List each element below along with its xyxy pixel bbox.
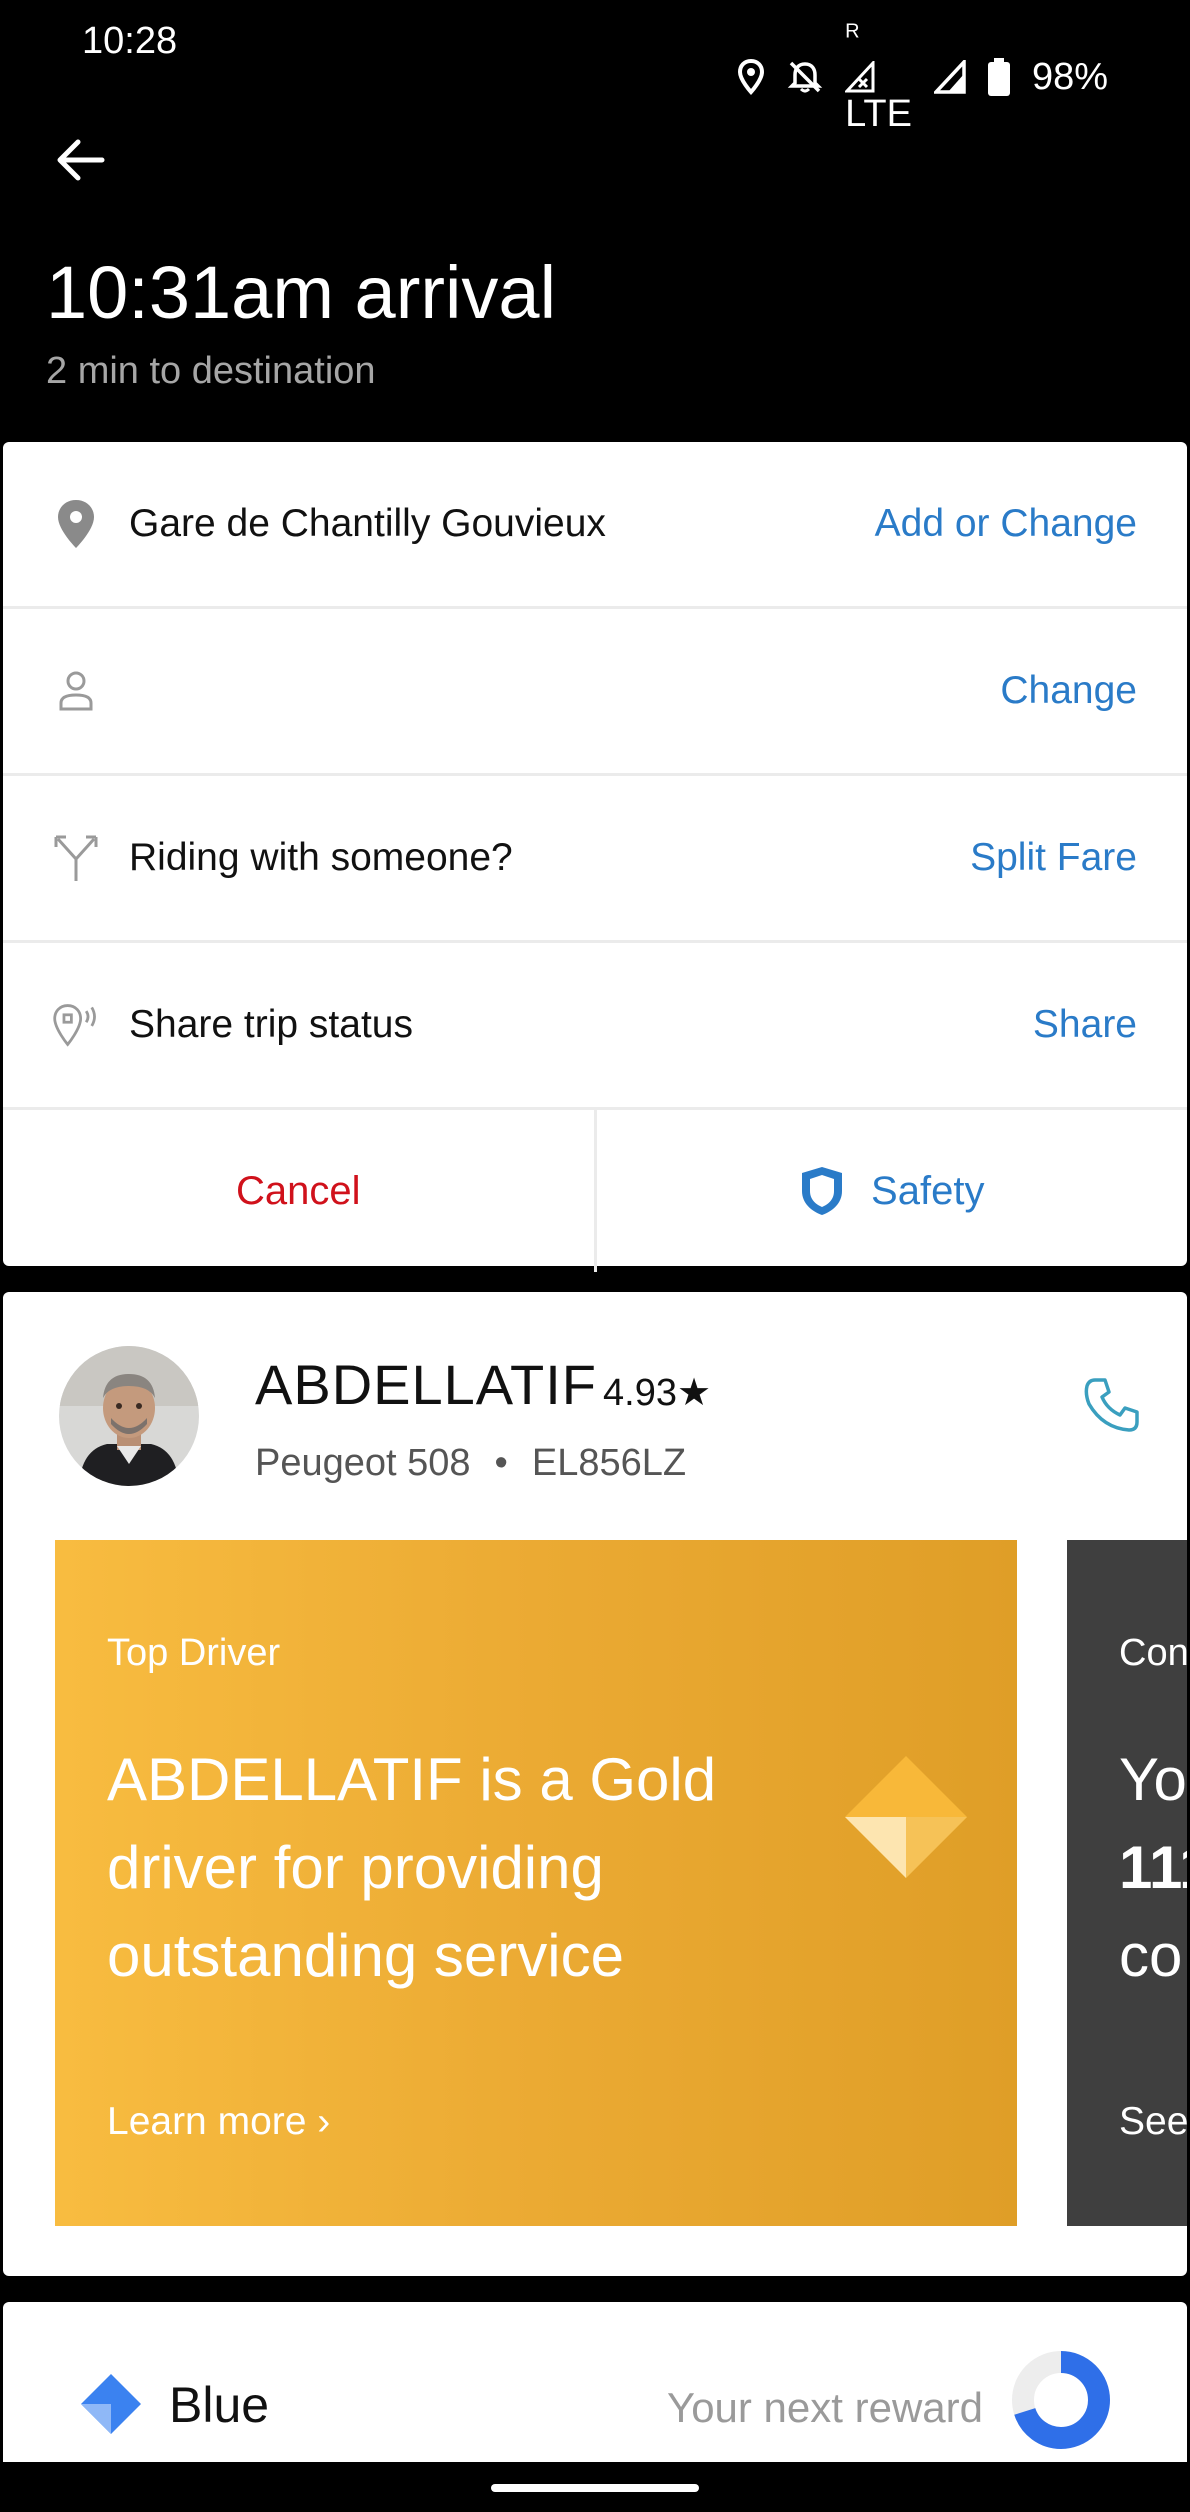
person-icon [51, 663, 101, 719]
car-model: Peugeot 508 [255, 1442, 471, 1484]
location-icon [738, 59, 765, 95]
safety-button[interactable]: Safety [593, 1110, 1188, 1272]
gold-diamond-icon [845, 1756, 967, 1878]
share-location-icon [51, 997, 101, 1053]
rider-row[interactable]: Change [3, 609, 1187, 776]
status-time: 10:28 [82, 20, 178, 62]
separator-dot: • [494, 1442, 508, 1484]
vehicle-info: Peugeot 508 • EL856LZ [255, 1442, 686, 1485]
compliments-line-1: Yo [1119, 1746, 1187, 1813]
driver-name: ABDELLATIF [255, 1353, 597, 1416]
share-status-row[interactable]: Share trip status Share [3, 943, 1187, 1110]
share-button[interactable]: Share [1033, 1003, 1137, 1047]
learn-more-link[interactable]: Learn more › [107, 2100, 330, 2144]
change-rider-button[interactable]: Change [1000, 669, 1137, 713]
phone-icon[interactable] [1081, 1374, 1143, 1436]
cancel-trip-button[interactable]: Cancel [3, 1110, 594, 1272]
trip-details-card: Gare de Chantilly Gouvieux Add or Change… [3, 442, 1187, 1272]
driver-avatar[interactable] [59, 1346, 199, 1486]
compliments-eyebrow: Con [1119, 1632, 1187, 1674]
compliments-card[interactable]: Con Yo 111 co See [1067, 1540, 1187, 2226]
signal-icon [933, 60, 966, 94]
back-arrow-icon[interactable] [52, 132, 108, 188]
license-plate: EL856LZ [531, 1442, 687, 1484]
destination-label: Gare de Chantilly Gouvieux [129, 502, 606, 545]
rewards-card[interactable]: Blue Your next reward [3, 2302, 1187, 2462]
alarm-off-icon [787, 61, 823, 93]
destination-row[interactable]: Gare de Chantilly Gouvieux Add or Change [3, 442, 1187, 609]
split-fare-row[interactable]: Riding with someone? Split Fare [3, 776, 1187, 943]
compliments-line-2: 111 [1119, 1834, 1187, 1901]
shield-icon [802, 1167, 843, 1215]
battery-icon [987, 58, 1010, 96]
see-link[interactable]: See [1119, 2100, 1187, 2144]
signal-x-icon [845, 61, 875, 93]
eta-subtitle: 2 min to destination [46, 350, 376, 392]
next-reward-label: Your next reward [667, 2384, 983, 2431]
status-network: R LTE [845, 18, 912, 136]
safety-label: Safety [871, 1168, 985, 1213]
battery-percent: 98% [1031, 55, 1108, 98]
compliments-line-3: co [1119, 1922, 1183, 1989]
status-icons: R LTE 98% [737, 18, 1108, 136]
blue-diamond-icon [81, 2374, 141, 2434]
share-status-label: Share trip status [129, 1003, 413, 1046]
trip-actions: Cancel Safety [3, 1110, 1187, 1272]
network-type: LTE [845, 93, 912, 135]
top-driver-eyebrow: Top Driver [107, 1632, 281, 1674]
status-bar: 10:28 R LTE 98% [0, 0, 1190, 135]
add-or-change-button[interactable]: Add or Change [875, 502, 1137, 546]
driver-rating: 4.93★ [603, 1372, 712, 1414]
split-fare-label: Riding with someone? [129, 836, 513, 879]
top-driver-headline: ABDELLATIF is a Gold driver for providin… [107, 1746, 717, 1989]
split-fare-button[interactable]: Split Fare [970, 836, 1137, 880]
driver-card: ABDELLATIF 4.93★ Peugeot 508 • EL856LZ Top… [3, 1292, 1187, 2276]
top-driver-card[interactable]: Top Driver ABDELLATIF is a Gold driver f… [55, 1540, 1017, 2226]
reward-tier: Blue [169, 2377, 270, 2433]
reward-progress-ring [1012, 2351, 1110, 2449]
roaming-indicator: R [845, 20, 860, 43]
compliments-headline: Yo 111 co [1119, 1736, 1187, 2000]
arrival-title: 10:31am arrival [46, 251, 557, 334]
split-icon [51, 830, 101, 886]
pin-icon [51, 496, 101, 552]
gesture-nav-bar[interactable] [491, 2484, 699, 2492]
